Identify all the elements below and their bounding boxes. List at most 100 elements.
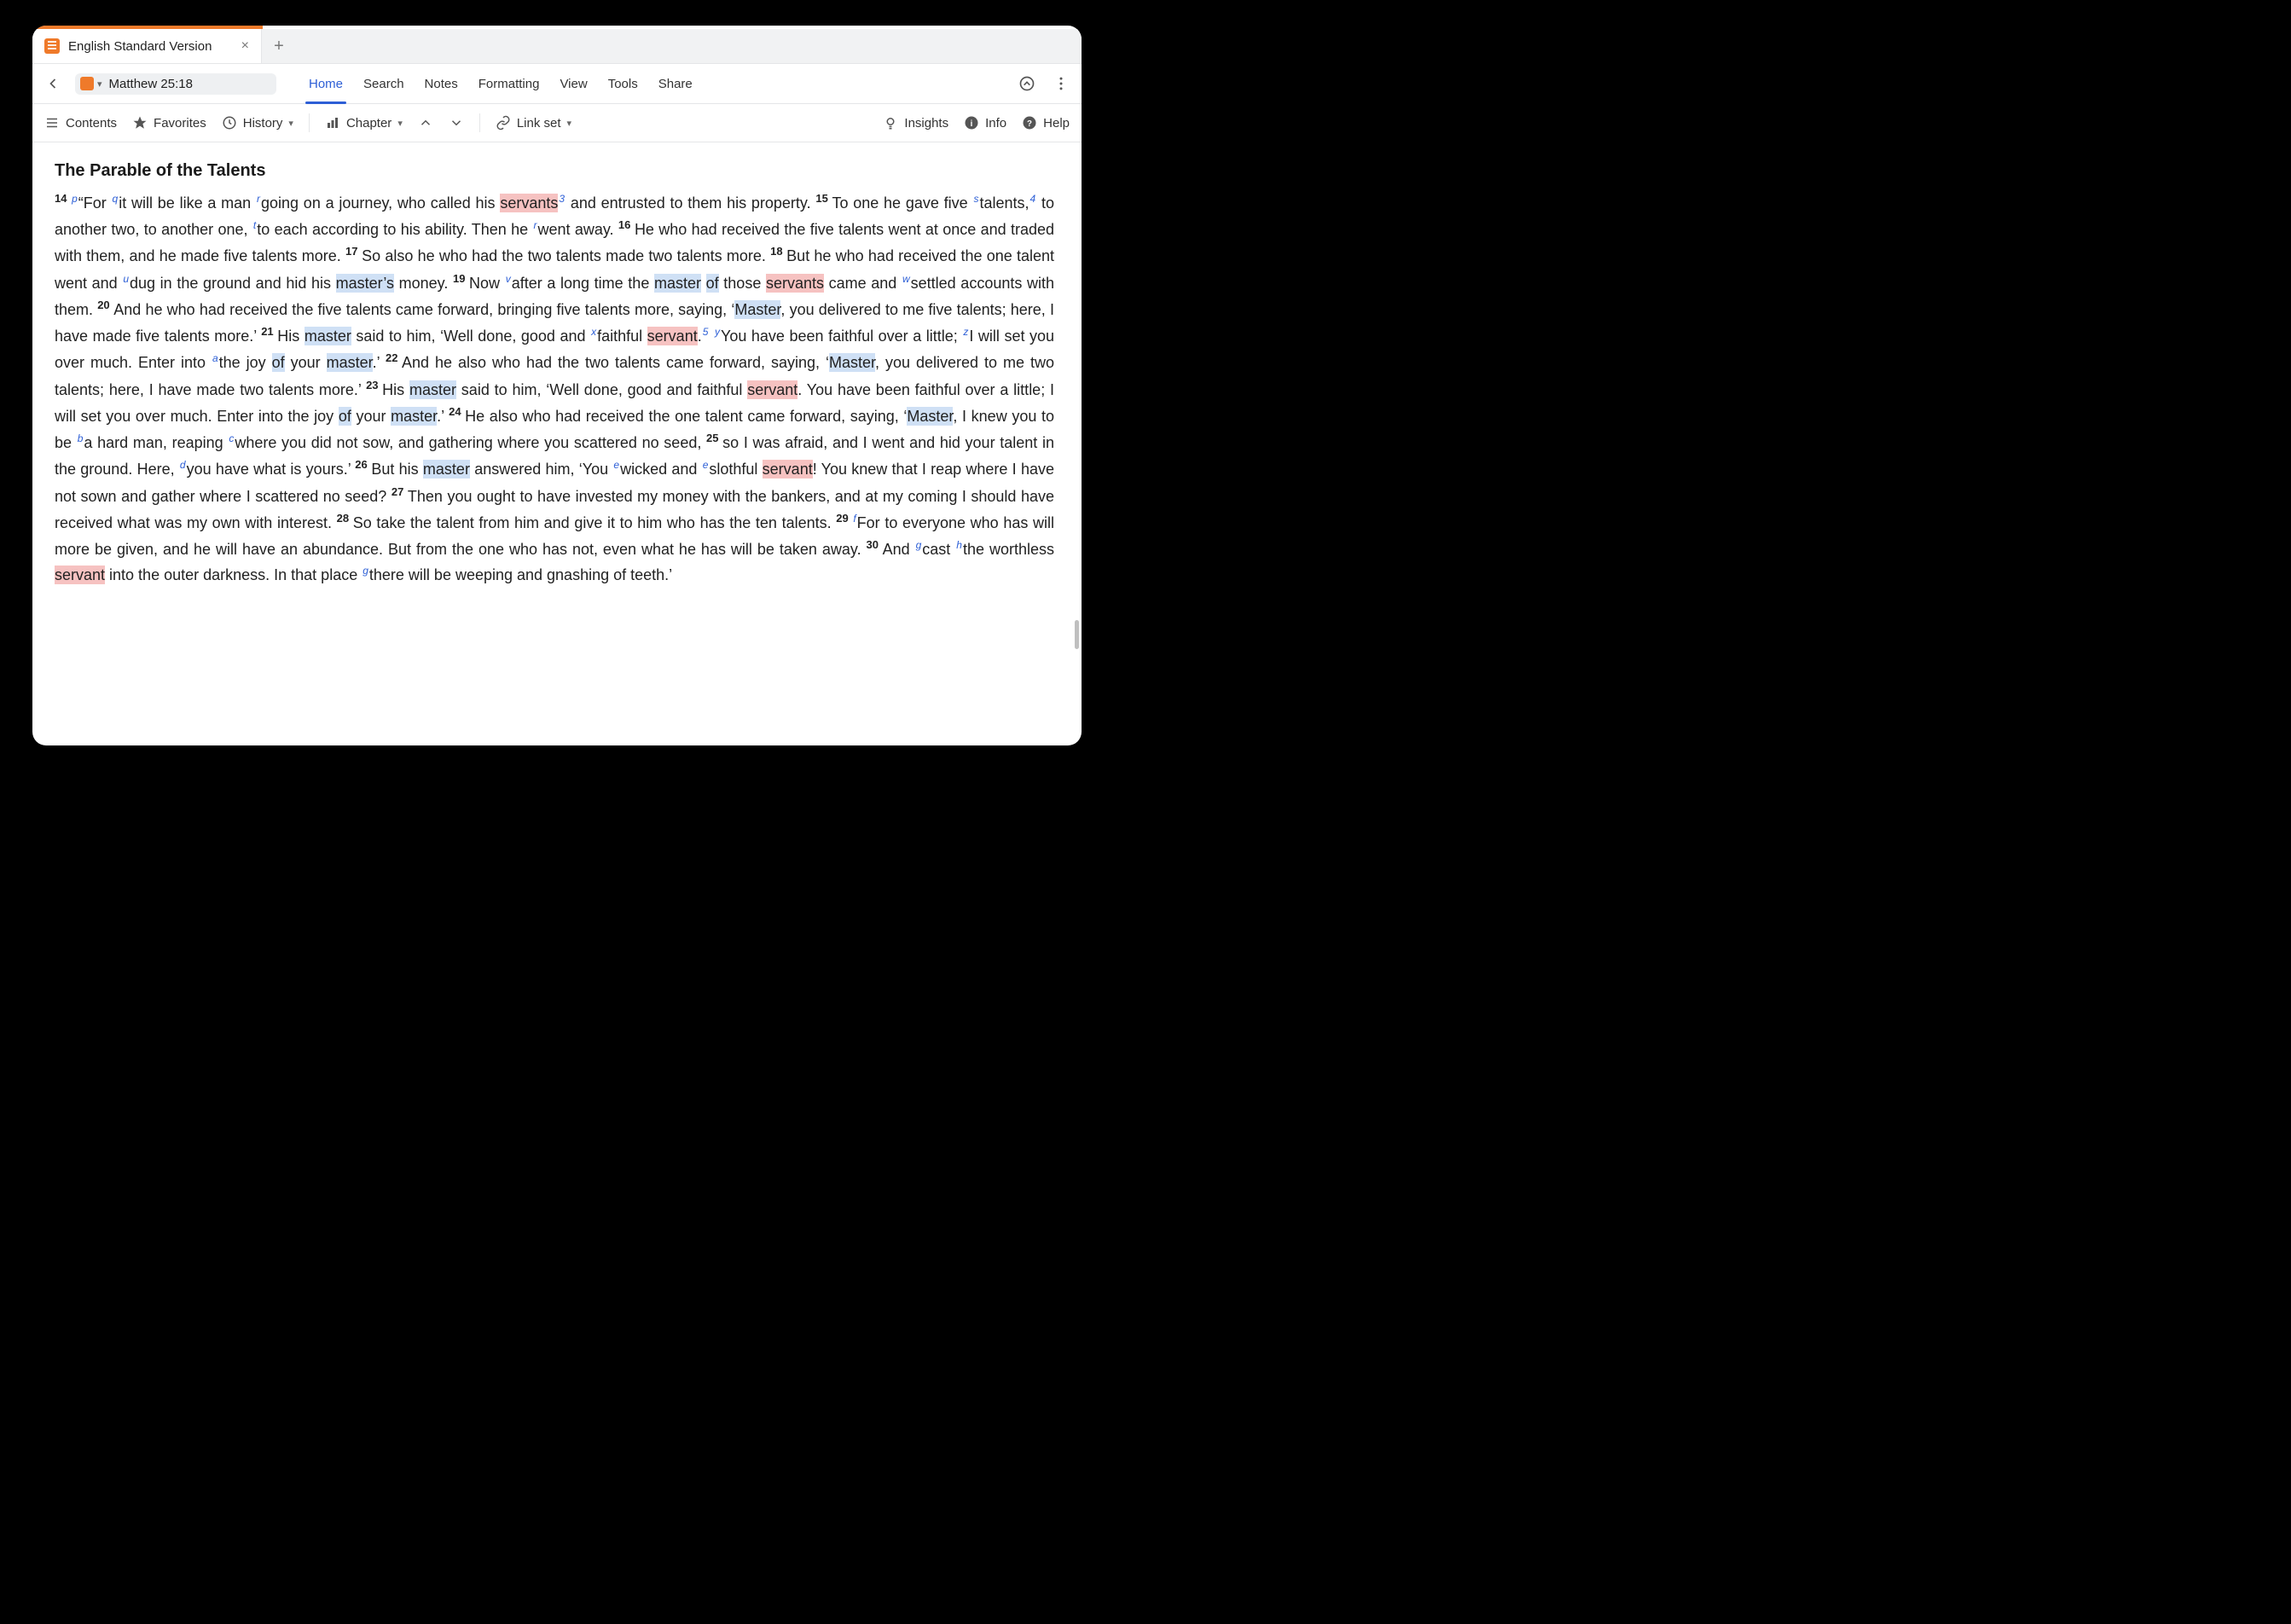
scrollbar-thumb[interactable] xyxy=(1075,620,1079,649)
menu-notes[interactable]: Notes xyxy=(415,64,468,103)
verse-number[interactable]: 19 xyxy=(453,272,467,285)
contents-button[interactable]: Contents xyxy=(44,115,117,130)
separator xyxy=(309,113,310,132)
verse-text: So also he who had the two talents made … xyxy=(362,247,770,264)
verse-number[interactable]: 16 xyxy=(618,218,633,231)
location-box[interactable]: ▾ Matthew 25:18 xyxy=(75,73,276,95)
cross-ref-note[interactable]: d xyxy=(180,459,186,471)
tab-title: English Standard Version xyxy=(68,39,233,54)
new-tab-button[interactable]: + xyxy=(262,29,296,63)
cross-ref-note[interactable]: s xyxy=(973,193,978,205)
verse-number[interactable]: 26 xyxy=(355,458,369,471)
verse-text: there will be weeping and gnashing of te… xyxy=(369,566,672,583)
cross-ref-note[interactable]: u xyxy=(123,273,129,285)
navigation-bar: ▾ Matthew 25:18 Home Search Notes Format… xyxy=(32,64,1082,104)
content-area[interactable]: The Parable of the Talents 14 p“For qit … xyxy=(32,142,1082,745)
cross-ref-note[interactable]: x xyxy=(591,326,596,338)
verse-number[interactable]: 20 xyxy=(97,299,112,311)
verse-text: His xyxy=(382,381,409,398)
back-button[interactable] xyxy=(41,72,65,96)
menu-share[interactable]: Share xyxy=(648,64,703,103)
cross-ref-note[interactable]: w xyxy=(902,273,910,285)
verse-text: said to him, ‘Well done, good and faithf… xyxy=(456,381,747,398)
verse-text: And he who had received the five talents… xyxy=(113,301,734,318)
close-icon[interactable]: × xyxy=(241,38,249,54)
cross-ref-note[interactable]: b xyxy=(78,432,84,444)
info-button[interactable]: i Info xyxy=(964,115,1006,130)
cross-ref-note[interactable]: g xyxy=(916,539,922,551)
verse-text: said to him, ‘Well done, good and xyxy=(351,328,590,345)
prev-chapter-button[interactable] xyxy=(418,115,433,130)
verse-number[interactable]: 17 xyxy=(345,245,360,258)
verse-text: the worthless xyxy=(963,541,1054,558)
svg-text:?: ? xyxy=(1027,119,1032,129)
cross-ref-note[interactable]: e xyxy=(703,459,709,471)
verse-text: your xyxy=(285,354,327,371)
cross-ref-note[interactable]: c xyxy=(229,432,234,444)
kebab-menu-icon[interactable] xyxy=(1049,72,1073,96)
verse-number[interactable]: 22 xyxy=(386,351,400,364)
verse-text: and entrusted to them his property. xyxy=(566,194,815,212)
highlight-blue: of xyxy=(339,407,351,426)
cross-ref-note[interactable]: q xyxy=(113,193,119,205)
menu-home[interactable]: Home xyxy=(299,64,353,103)
menu-search[interactable]: Search xyxy=(353,64,415,103)
cross-ref-note[interactable]: f xyxy=(853,513,856,525)
verse-text: into the outer darkness. In that place xyxy=(105,566,362,583)
help-button[interactable]: ? Help xyxy=(1022,115,1070,130)
verse-number[interactable]: 24 xyxy=(449,405,463,418)
favorites-button[interactable]: Favorites xyxy=(132,115,206,130)
menu-formatting[interactable]: Formatting xyxy=(468,64,550,103)
cross-ref-note[interactable]: r xyxy=(257,193,260,205)
linkset-button[interactable]: Link set ▾ xyxy=(496,115,571,130)
cross-ref-note[interactable]: y xyxy=(715,326,720,338)
collapse-panel-button[interactable] xyxy=(1015,72,1039,96)
verse-text: slothful xyxy=(709,461,762,478)
verse-text: His xyxy=(277,328,304,345)
cross-ref-note[interactable]: z xyxy=(963,326,968,338)
cross-ref-note[interactable]: g xyxy=(362,565,368,577)
footnote[interactable]: 3 xyxy=(559,193,565,205)
verse-number[interactable]: 15 xyxy=(815,192,830,205)
history-button[interactable]: History ▾ xyxy=(222,115,293,130)
footnote[interactable]: 5 xyxy=(703,326,709,338)
verse-number[interactable]: 18 xyxy=(770,245,785,258)
menu-view[interactable]: View xyxy=(549,64,597,103)
menu-tools[interactable]: Tools xyxy=(598,64,648,103)
cross-ref-note[interactable]: r xyxy=(533,219,536,231)
verse-text: going on a journey, who called his xyxy=(261,194,500,212)
verse-text: He also who had received the one talent … xyxy=(465,408,907,425)
verse-text: the joy xyxy=(219,354,272,371)
verse-text: . xyxy=(698,328,702,345)
footnote[interactable]: 4 xyxy=(1030,193,1036,205)
verse-number[interactable]: 30 xyxy=(867,538,881,551)
verse-number[interactable]: 28 xyxy=(337,512,351,525)
verse-text: your xyxy=(351,408,391,425)
verse-number[interactable]: 14 xyxy=(55,192,69,205)
tab-esv[interactable]: English Standard Version × xyxy=(32,29,262,63)
cross-ref-note[interactable]: a xyxy=(212,352,218,364)
highlight-pink: servant xyxy=(647,327,698,345)
cross-ref-note[interactable]: e xyxy=(613,459,619,471)
cross-ref-note[interactable]: p xyxy=(72,193,78,205)
history-label: History xyxy=(243,116,283,130)
verse-number[interactable]: 29 xyxy=(836,512,850,525)
next-chapter-button[interactable] xyxy=(449,115,464,130)
tab-strip: English Standard Version × + xyxy=(32,29,1082,64)
highlight-blue: master xyxy=(391,407,437,426)
cross-ref-note[interactable]: v xyxy=(506,273,511,285)
verse-number[interactable]: 21 xyxy=(261,325,276,338)
verse-text: answered him, ‘You xyxy=(470,461,612,478)
cross-ref-note[interactable]: h xyxy=(956,539,962,551)
cross-ref-note[interactable]: t xyxy=(253,219,256,231)
highlight-blue: master xyxy=(409,380,456,399)
info-label: Info xyxy=(985,116,1006,130)
verse-text: went away. xyxy=(537,221,618,238)
insights-button[interactable]: Insights xyxy=(883,115,948,130)
verse-number[interactable]: 25 xyxy=(706,432,721,444)
verse-number[interactable]: 23 xyxy=(366,379,380,392)
verse-text: faithful xyxy=(597,328,647,345)
verse-text: dug in the ground and hid his xyxy=(130,275,336,292)
verse-number[interactable]: 27 xyxy=(392,485,406,498)
chapter-button[interactable]: Chapter ▾ xyxy=(325,115,403,130)
